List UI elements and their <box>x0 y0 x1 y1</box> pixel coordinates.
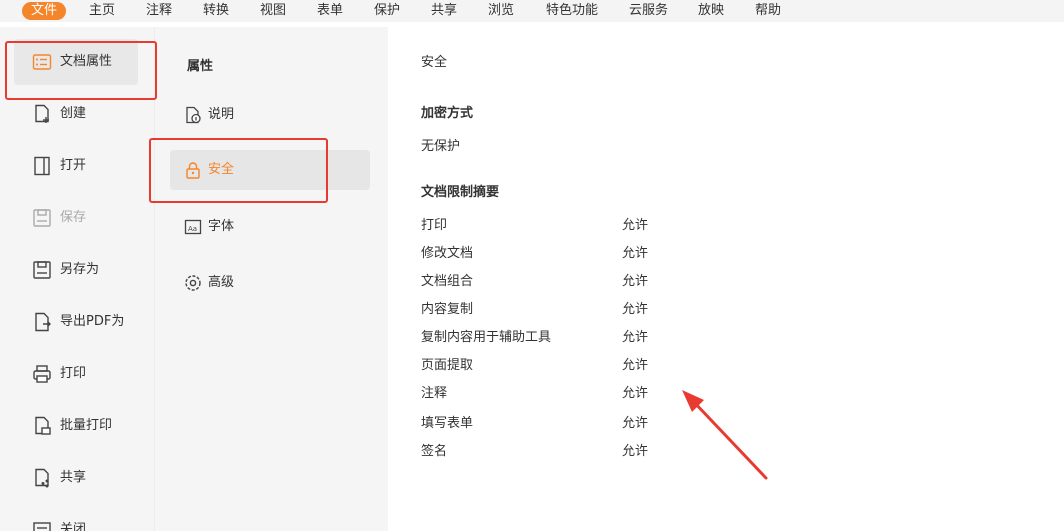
summary-heading: 文档限制摘要 <box>421 185 500 200</box>
save-as-icon <box>32 260 52 280</box>
restriction-value: 允许 <box>622 330 649 345</box>
sidebar-item-share[interactable]: 共享 <box>14 455 138 501</box>
menu-features[interactable]: 特色功能 <box>546 2 598 20</box>
encryption-value: 无保护 <box>421 139 461 154</box>
font-icon: Aa <box>184 218 202 236</box>
restriction-value: 允许 <box>622 358 649 373</box>
annotation-arrow <box>682 390 768 480</box>
restriction-value: 允许 <box>622 302 649 317</box>
menu-browse[interactable]: 浏览 <box>488 2 514 20</box>
sidebar-item-save[interactable]: 保存 <box>14 195 138 241</box>
sidebar-item-export-pdf[interactable]: 导出PDF为 <box>14 299 138 345</box>
menu-file[interactable]: 文件 <box>22 2 67 20</box>
sidebar-item-save-as[interactable]: 另存为 <box>14 247 138 293</box>
sidebar-item-label: 导出PDF为 <box>60 314 125 329</box>
close-document-icon <box>32 520 52 531</box>
restriction-name: 填写表单 <box>421 416 474 431</box>
sidebar-item-label: 保存 <box>60 210 87 225</box>
restriction-value: 允许 <box>622 386 649 401</box>
sidebar-item-label: 关闭 <box>60 522 87 531</box>
encryption-heading: 加密方式 <box>421 106 474 121</box>
tab-advanced[interactable]: 高级 <box>170 263 370 303</box>
menu-protect[interactable]: 保护 <box>374 2 400 20</box>
restriction-name: 签名 <box>421 444 448 459</box>
tab-label: 字体 <box>208 219 235 234</box>
sidebar-item-label: 打开 <box>60 158 87 173</box>
file-sidebar: 文档属性 创建 打开 保存 另存为 导出PDF为 打印 批量打印 共享 关闭 <box>0 27 154 531</box>
sidebar-item-batch-print[interactable]: 批量打印 <box>14 403 138 449</box>
menu-view[interactable]: 视图 <box>260 2 286 20</box>
sidebar-item-label: 创建 <box>60 106 87 121</box>
lock-icon <box>184 161 202 179</box>
properties-pane: 属性 说明 安全 Aa 字体 高级 <box>154 27 388 531</box>
export-icon <box>32 312 52 332</box>
sidebar-item-print[interactable]: 打印 <box>14 351 138 397</box>
menu-form[interactable]: 表单 <box>317 2 343 20</box>
gear-icon <box>184 274 202 292</box>
menu-bar: 文件 主页 注释 转换 视图 表单 保护 共享 浏览 特色功能 云服务 放映 帮… <box>0 0 1064 22</box>
sidebar-item-label: 打印 <box>60 366 87 381</box>
menu-home[interactable]: 主页 <box>89 2 115 20</box>
menu-convert[interactable]: 转换 <box>203 2 229 20</box>
save-icon <box>32 208 52 228</box>
new-document-icon <box>32 104 52 124</box>
menu-annotate[interactable]: 注释 <box>146 2 172 20</box>
properties-title: 属性 <box>187 59 214 74</box>
restriction-value: 允许 <box>622 246 649 261</box>
restriction-name: 页面提取 <box>421 358 474 373</box>
restriction-name: 打印 <box>421 218 448 233</box>
sidebar-item-label: 文档属性 <box>60 54 113 69</box>
sidebar-item-create[interactable]: 创建 <box>14 91 138 137</box>
sidebar-item-open[interactable]: 打开 <box>14 143 138 189</box>
security-title: 安全 <box>421 55 448 70</box>
restriction-name: 文档组合 <box>421 274 474 289</box>
open-folder-icon <box>32 156 52 176</box>
restriction-name: 注释 <box>421 386 448 401</box>
share-icon <box>32 468 52 488</box>
sidebar-item-close[interactable]: 关闭 <box>14 507 138 531</box>
info-icon <box>184 106 202 124</box>
restriction-value: 允许 <box>622 444 649 459</box>
menu-cloud[interactable]: 云服务 <box>629 2 668 20</box>
tab-label: 说明 <box>208 107 235 122</box>
sidebar-item-label: 共享 <box>60 470 87 485</box>
tab-label: 高级 <box>208 275 235 290</box>
batch-print-icon <box>32 416 52 436</box>
tab-description[interactable]: 说明 <box>170 95 370 135</box>
restriction-name: 内容复制 <box>421 302 474 317</box>
restriction-name: 复制内容用于辅助工具 <box>421 330 552 345</box>
printer-icon <box>32 364 52 384</box>
tab-fonts[interactable]: Aa 字体 <box>170 207 370 247</box>
menu-slideshow[interactable]: 放映 <box>698 2 724 20</box>
sidebar-item-doc-properties[interactable]: 文档属性 <box>14 39 138 85</box>
restriction-value: 允许 <box>622 274 649 289</box>
document-properties-icon <box>32 52 52 72</box>
menu-share[interactable]: 共享 <box>431 2 457 20</box>
restriction-value: 允许 <box>622 218 649 233</box>
tab-label: 安全 <box>208 162 235 177</box>
restriction-name: 修改文档 <box>421 246 474 261</box>
sidebar-item-label: 批量打印 <box>60 418 113 433</box>
restriction-value: 允许 <box>622 416 649 431</box>
tab-security[interactable]: 安全 <box>170 150 370 190</box>
menu-help[interactable]: 帮助 <box>755 2 781 20</box>
svg-text:Aa: Aa <box>188 225 197 233</box>
sidebar-item-label: 另存为 <box>60 262 100 277</box>
